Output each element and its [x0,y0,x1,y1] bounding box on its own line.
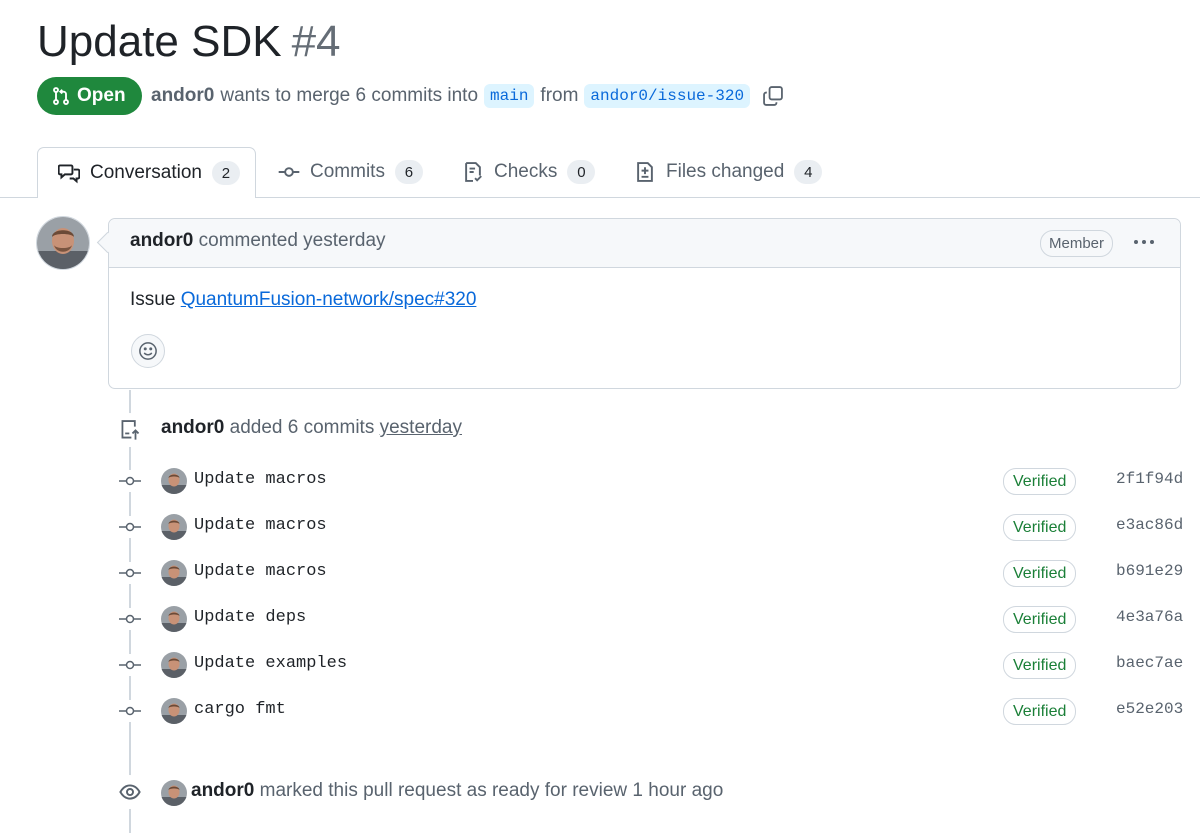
tab-checks-count: 0 [567,160,596,184]
commit-message-link[interactable]: Update macros [194,516,327,535]
add-reaction-button[interactable] [131,334,165,368]
comment-header-text: andor0 commented yesterday [130,230,386,252]
git-commit-icon [118,562,142,584]
commit-message-link[interactable]: Update macros [194,470,327,489]
pr-title-heading: Update SDK #4 [37,14,341,70]
tab-files-changed[interactable]: Files changed 4 [634,147,823,197]
commit-avatar[interactable] [161,698,187,724]
verified-badge[interactable]: Verified [1003,698,1077,725]
commits-event-author[interactable]: andor0 [161,417,224,438]
commit-row: Update macros Verified b691e29 [118,558,1188,588]
commit-row: Update deps Verified 4e3a76a [118,604,1188,634]
commit-sha-link[interactable]: b691e29 [1116,562,1183,580]
commenter-avatar[interactable] [36,216,90,270]
commit-avatar[interactable] [161,514,187,540]
pr-state-badge: Open [37,77,142,115]
commits-added-event: andor0 added 6 commits yesterday [161,417,462,439]
tab-conversation-count: 2 [211,161,240,185]
tab-files-changed-count: 4 [794,160,823,184]
pr-state-label: Open [77,85,126,106]
repo-push-icon [113,413,147,447]
pr-author-link[interactable]: andor0 [151,85,214,107]
tab-conversation[interactable]: Conversation 2 [37,147,256,198]
tab-conversation-label: Conversation [90,162,202,183]
commit-avatar[interactable] [161,652,187,678]
tab-files-changed-label: Files changed [666,161,785,182]
commit-sha-link[interactable]: baec7ae [1116,654,1183,672]
tab-checks-label: Checks [494,161,558,182]
verified-badge[interactable]: Verified [1003,468,1077,495]
pr-number: #4 [291,17,341,66]
verified-badge[interactable]: Verified [1003,514,1077,541]
commit-row: Update macros Verified 2f1f94d [118,466,1188,496]
tab-commits-label: Commits [310,161,385,182]
commit-message-link[interactable]: Update deps [194,608,306,627]
commit-message-link[interactable]: Update macros [194,562,327,581]
git-pull-request-icon [53,87,69,105]
commit-avatar[interactable] [161,560,187,586]
commits-event-text: added 6 commits [229,417,375,438]
issue-link[interactable]: QuantumFusion-network/spec#320 [181,289,477,310]
git-commit-icon [118,608,142,630]
comment-discussion-icon [58,164,80,184]
comment-body: Issue QuantumFusion-network/spec#320 [130,289,476,311]
commit-sha-link[interactable]: e52e203 [1116,700,1183,718]
commit-row: Update macros Verified e3ac86d [118,512,1188,542]
checklist-icon [465,162,482,182]
eye-icon [113,775,147,809]
git-commit-icon [118,654,142,676]
smiley-icon [139,342,157,360]
pr-title: Update SDK [37,17,282,66]
commit-avatar[interactable] [161,606,187,632]
from-text: from [540,85,579,106]
commit-sha-link[interactable]: 4e3a76a [1116,608,1183,626]
ready-for-review-event: andor0 marked this pull request as ready… [191,780,723,802]
verified-badge[interactable]: Verified [1003,652,1077,679]
commit-row: cargo fmt Verified e52e203 [118,696,1188,726]
commit-avatar[interactable] [161,468,187,494]
commit-sha-link[interactable]: 2f1f94d [1116,470,1183,488]
ready-event-text: marked this pull request as ready for re… [259,780,724,801]
copy-icon[interactable] [762,85,784,107]
git-commit-icon [118,470,142,492]
tab-checks[interactable]: Checks 0 [462,147,596,197]
commit-sha-link[interactable]: e3ac86d [1116,516,1183,534]
file-diff-icon [637,162,653,182]
ready-event-author[interactable]: andor0 [191,780,254,801]
git-commit-icon [278,167,300,177]
verified-badge[interactable]: Verified [1003,560,1077,587]
commit-message-link[interactable]: Update examples [194,654,347,673]
verified-badge[interactable]: Verified [1003,606,1077,633]
comment-body-prefix: Issue [130,289,176,310]
avatar-image [37,217,89,269]
comment-action: commented yesterday [198,230,386,251]
tab-commits[interactable]: Commits 6 [278,147,423,197]
member-badge: Member [1040,230,1114,257]
base-branch[interactable]: main [484,84,535,108]
head-branch[interactable]: andor0/issue-320 [584,84,751,108]
commit-message-link[interactable]: cargo fmt [194,700,286,719]
commits-event-time[interactable]: yesterday [380,417,462,438]
git-commit-icon [118,700,142,722]
ready-event-avatar[interactable] [161,780,187,806]
pr-merge-summary: andor0 wants to merge 6 commits into mai… [151,80,784,112]
merge-text: wants to merge 6 commits into [220,85,479,106]
git-commit-icon [118,516,142,538]
tab-commits-count: 6 [394,160,423,184]
commit-row: Update examples Verified baec7ae [118,650,1188,680]
kebab-horizontal-icon[interactable] [1130,230,1158,254]
comment-author[interactable]: andor0 [130,230,193,251]
